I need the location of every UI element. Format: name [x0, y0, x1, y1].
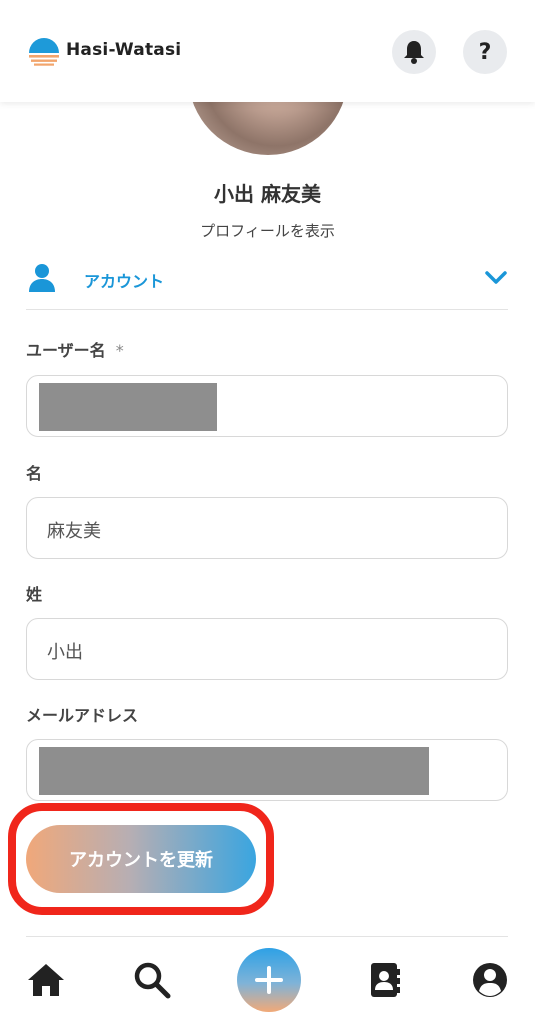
first-name-field[interactable]: 麻友美: [26, 497, 508, 559]
redacted-block: [39, 383, 217, 431]
redacted-block: [39, 747, 429, 795]
user-icon: [29, 264, 55, 292]
email-field[interactable]: [26, 739, 508, 801]
search-icon: [134, 962, 171, 999]
first-name-value: 麻友美: [47, 521, 101, 542]
logo-icon: [29, 38, 59, 66]
account-icon: [473, 963, 507, 997]
help-button[interactable]: ?: [463, 30, 507, 74]
required-mark: *: [115, 341, 124, 360]
nav-account[interactable]: [468, 958, 512, 1002]
help-icon: ?: [478, 39, 492, 65]
brand-name: Hasi-Watasi: [66, 40, 182, 60]
contacts-icon: [371, 963, 400, 997]
nav-search[interactable]: [130, 958, 174, 1002]
username-label-text: ユーザー名: [26, 341, 106, 360]
section-title: アカウント: [84, 272, 165, 291]
profile-name: 小出 麻友美: [214, 182, 321, 206]
first-name-label: 名: [26, 464, 43, 483]
divider: [26, 936, 508, 937]
plus-icon: [255, 966, 283, 994]
bottom-nav: [0, 940, 535, 1024]
view-profile-link[interactable]: プロフィールを表示: [0, 220, 535, 241]
bell-icon: [404, 41, 424, 64]
last-name-field[interactable]: 小出: [26, 618, 508, 680]
home-icon: [28, 964, 64, 996]
last-name-value: 小出: [47, 642, 83, 663]
update-account-button[interactable]: アカウントを更新: [26, 825, 256, 893]
email-label: メールアドレス: [26, 706, 139, 725]
username-label: ユーザー名 *: [26, 337, 124, 361]
nav-home[interactable]: [24, 958, 68, 1002]
username-field[interactable]: [26, 375, 508, 437]
last-name-label: 姓: [26, 585, 43, 604]
nav-contacts[interactable]: [363, 958, 407, 1002]
account-section-header[interactable]: アカウント: [26, 258, 508, 310]
app-header: Hasi-Watasi ?: [0, 0, 535, 102]
chevron-down-icon[interactable]: [484, 270, 508, 286]
notifications-button[interactable]: [392, 30, 436, 74]
nav-create[interactable]: [237, 948, 301, 1012]
